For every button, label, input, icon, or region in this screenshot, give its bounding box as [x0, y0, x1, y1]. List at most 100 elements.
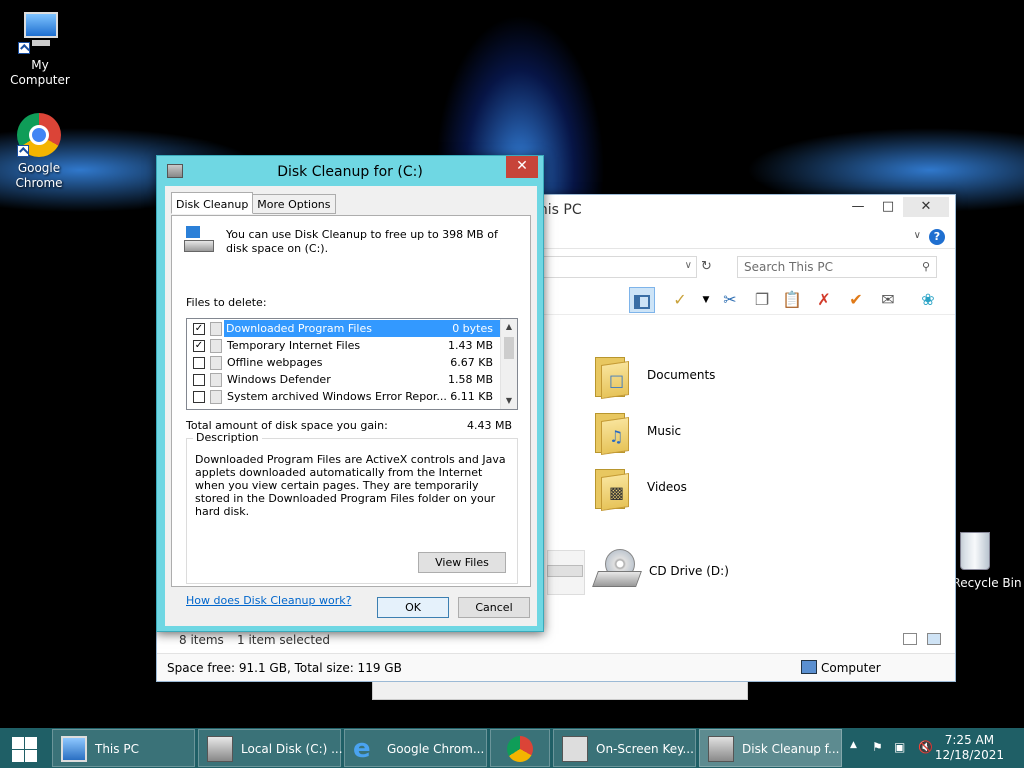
- list-item[interactable]: ✓ Temporary Internet Files 1.43 MB: [187, 337, 501, 354]
- total-value: 4.43 MB: [466, 419, 512, 432]
- cut-icon[interactable]: ✂: [717, 287, 743, 313]
- large-icons-view-icon[interactable]: [927, 633, 941, 645]
- checkbox[interactable]: [193, 374, 205, 386]
- space-info: Space free: 91.1 GB, Total size: 119 GB: [167, 661, 402, 675]
- action-center-flag-icon[interactable]: ⚑: [872, 740, 883, 754]
- windows-logo-icon: [12, 737, 24, 749]
- dropdown-caret-icon[interactable]: ▼: [693, 287, 719, 313]
- refresh-icon[interactable]: ↻: [701, 259, 712, 274]
- file-icon: [210, 339, 222, 353]
- list-scrollbar[interactable]: ▲ ▼: [500, 319, 517, 409]
- desktop-icon-google-chrome[interactable]: Google Chrome: [0, 113, 79, 191]
- cd-drive-icon: [592, 549, 643, 593]
- search-input[interactable]: Search This PC ⚲: [737, 256, 937, 278]
- chrome-icon: [17, 113, 61, 157]
- hard-drive-icon: [184, 226, 216, 256]
- details-view-icon[interactable]: [903, 633, 917, 645]
- clock-date: 12/18/2021: [934, 748, 1004, 762]
- intro-text: You can use Disk Cleanup to free up to 3…: [226, 228, 498, 255]
- location-label: Computer: [821, 661, 881, 675]
- disk-cleanup-icon: [708, 736, 734, 762]
- checkbox[interactable]: [193, 391, 205, 403]
- dialog-title: Disk Cleanup for (C:): [277, 164, 423, 180]
- scroll-thumb[interactable]: [504, 337, 514, 359]
- tab-disk-cleanup[interactable]: Disk Cleanup: [171, 192, 254, 214]
- desktop-icon-label: Google Chrome: [15, 161, 63, 190]
- checkbox[interactable]: ✓: [193, 340, 205, 352]
- desktop-icon-label: Recycle Bin: [952, 576, 1022, 590]
- start-button[interactable]: [0, 728, 48, 768]
- volume-muted-icon[interactable]: 🔇: [918, 740, 933, 754]
- taskbar-chrome[interactable]: [490, 729, 550, 767]
- folder-documents[interactable]: □ Documents: [595, 349, 715, 401]
- desktop-icon-my-computer[interactable]: My Computer: [0, 10, 80, 88]
- scroll-down-icon[interactable]: ▼: [501, 393, 517, 409]
- drive-label: CD Drive (D:): [649, 564, 729, 578]
- videos-folder-icon: ▩: [595, 465, 631, 511]
- rename-icon[interactable]: ✉: [875, 287, 901, 313]
- folder-label: Videos: [647, 480, 687, 494]
- item-count: 8 items: [179, 633, 224, 647]
- system-tray: ▲ ⚑ ▣ 🔇 7:25 AM 12/18/2021: [844, 728, 1024, 768]
- folder-label: Documents: [647, 368, 716, 382]
- checkbox[interactable]: ✓: [193, 323, 205, 335]
- delete-icon[interactable]: ✗: [811, 287, 837, 313]
- scroll-up-icon[interactable]: ▲: [501, 319, 517, 335]
- files-list[interactable]: ✓ Downloaded Program Files 0 bytes ✓ Tem…: [186, 318, 518, 410]
- taskbar: This PC Local Disk (C:) ... e Google Chr…: [0, 728, 1024, 768]
- tab-more-options[interactable]: More Options: [252, 194, 336, 214]
- drive-icon: [207, 736, 233, 762]
- network-icon[interactable]: ▣: [894, 740, 905, 754]
- view-files-button[interactable]: View Files: [418, 552, 506, 573]
- folder-videos[interactable]: ▩ Videos: [595, 461, 687, 513]
- desktop-icon-recycle-bin[interactable]: Recycle Bin: [944, 528, 1024, 591]
- close-button[interactable]: ✕: [506, 156, 538, 178]
- shell-icon[interactable]: ❀: [915, 287, 941, 313]
- documents-folder-icon: □: [595, 353, 631, 399]
- description-group: Description Downloaded Program Files are…: [186, 431, 518, 584]
- checkmark-icon[interactable]: ✔: [843, 287, 869, 313]
- dialog-client: Disk Cleanup More Options You can use Di…: [165, 186, 537, 626]
- close-button[interactable]: ✕: [903, 197, 949, 217]
- show-hidden-icons-icon[interactable]: ▲: [850, 740, 857, 750]
- ok-button[interactable]: OK: [377, 597, 449, 618]
- window-controls: — □ ✕: [843, 197, 949, 217]
- help-link[interactable]: How does Disk Cleanup work?: [186, 594, 351, 607]
- checkbox[interactable]: [193, 357, 205, 369]
- taskbar-internet-explorer[interactable]: e Google Chrom...: [344, 729, 487, 767]
- clock[interactable]: 7:25 AM 12/18/2021: [935, 733, 1004, 763]
- search-placeholder: Search This PC: [744, 260, 833, 274]
- cancel-button[interactable]: Cancel: [458, 597, 530, 618]
- maximize-button[interactable]: □: [873, 197, 903, 217]
- taskbar-local-disk[interactable]: Local Disk (C:) ...: [198, 729, 343, 767]
- folder-label: Music: [647, 424, 682, 438]
- description-text: Downloaded Program Files are ActiveX con…: [195, 453, 506, 518]
- status-bar: 8 items 1 item selected: [157, 629, 955, 651]
- expand-ribbon-icon[interactable]: ∨: [914, 230, 921, 241]
- taskbar-disk-cleanup[interactable]: Disk Cleanup f...: [699, 729, 842, 767]
- taskbar-this-pc[interactable]: This PC: [52, 729, 195, 767]
- list-item[interactable]: System archived Windows Error Repor... 6…: [187, 388, 501, 405]
- list-item[interactable]: Windows Defender 1.58 MB: [187, 371, 501, 388]
- music-folder-icon: ♫: [595, 409, 631, 455]
- minimize-button[interactable]: —: [843, 197, 873, 217]
- selection-count: 1 item selected: [237, 633, 331, 647]
- list-item[interactable]: ✓ Downloaded Program Files 0 bytes: [187, 320, 501, 337]
- copy-icon[interactable]: ❐: [749, 287, 775, 313]
- search-icon[interactable]: ⚲: [922, 260, 930, 273]
- preview-pane-icon[interactable]: [629, 287, 655, 313]
- help-icon[interactable]: ?: [929, 229, 945, 245]
- files-to-delete-label: Files to delete:: [186, 296, 267, 309]
- properties-icon[interactable]: ✓: [667, 287, 693, 313]
- chevron-down-icon[interactable]: ∨: [685, 260, 692, 271]
- drive-cd-d[interactable]: CD Drive (D:): [592, 545, 729, 597]
- list-item[interactable]: Offline webpages 6.67 KB: [187, 354, 501, 371]
- internet-explorer-icon: e: [353, 734, 371, 764]
- folder-music[interactable]: ♫ Music: [595, 405, 681, 457]
- tab-strip: Disk Cleanup More Options: [171, 192, 336, 216]
- taskbar-on-screen-keyboard[interactable]: On-Screen Key...: [553, 729, 696, 767]
- clock-time: 7:25 AM: [944, 733, 995, 747]
- paste-icon[interactable]: 📋: [779, 287, 805, 313]
- drive-usage-bar: [547, 565, 583, 577]
- computer-icon: [801, 660, 817, 674]
